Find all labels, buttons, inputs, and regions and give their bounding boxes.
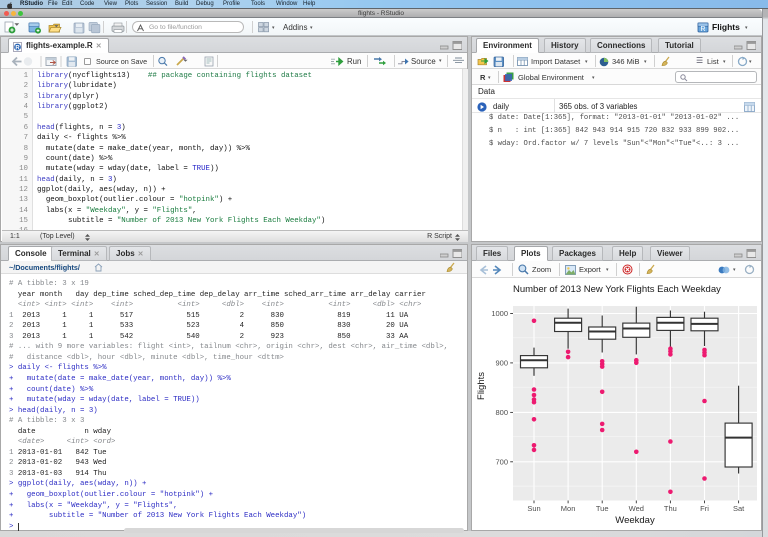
- svg-text:R: R: [15, 45, 20, 51]
- svg-text:Weekday: Weekday: [615, 515, 655, 526]
- svg-text:900: 900: [495, 358, 508, 367]
- svg-text:Sun: Sun: [527, 504, 540, 513]
- svg-text:Wed: Wed: [629, 504, 644, 513]
- svg-text:Sat: Sat: [733, 504, 745, 513]
- svg-text:R: R: [700, 26, 705, 33]
- svg-text:Flights: Flights: [476, 371, 487, 399]
- svg-text:800: 800: [495, 408, 508, 417]
- svg-text:Fri: Fri: [700, 504, 709, 513]
- svg-text:Number of 2013 New York Flight: Number of 2013 New York Flights Each Wee…: [513, 284, 721, 295]
- svg-text:Mon: Mon: [561, 504, 576, 513]
- svg-text:700: 700: [495, 457, 508, 466]
- svg-text:Thu: Thu: [664, 504, 677, 513]
- svg-text:Tue: Tue: [596, 504, 609, 513]
- svg-text:1000: 1000: [491, 309, 508, 318]
